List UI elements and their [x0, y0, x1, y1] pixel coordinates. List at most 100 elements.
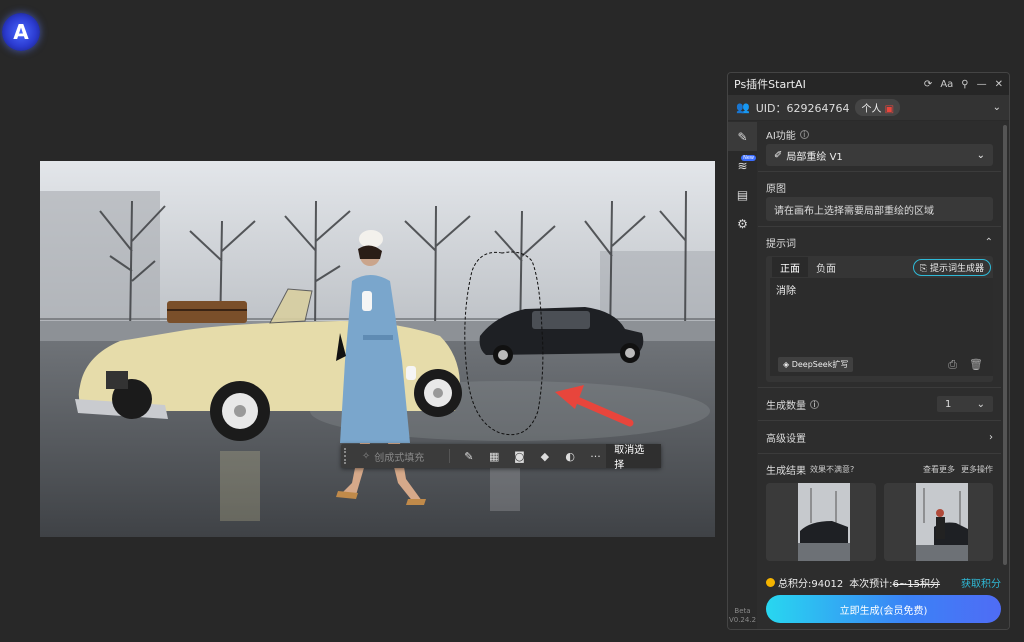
result-thumbnail[interactable]: [883, 483, 993, 561]
generative-fill-button[interactable]: ✧ 创成式填充: [362, 449, 445, 464]
chevron-up-icon: ⌃: [984, 236, 993, 248]
chevron-down-icon[interactable]: ⌄: [993, 102, 1001, 113]
clipboard-icon[interactable]: ▤: [728, 180, 757, 209]
advanced-label: 高级设置: [766, 433, 806, 445]
startai-plugin-panel: Ps插件StartAI ⟳ Aa ⚲ — ✕ 👥 UID：629264764 个…: [727, 72, 1010, 630]
more-ops-link[interactable]: 更多操作: [961, 464, 993, 475]
titlebar-controls: ⟳ Aa ⚲ — ✕: [924, 79, 1003, 90]
section-divider: [758, 453, 1001, 454]
panel-scrollbar[interactable]: [1003, 125, 1007, 565]
quantity-row: 生成数量 i 1 ⌄: [758, 393, 1001, 415]
quantity-value: 1: [945, 398, 952, 410]
estimate-label: 本次预计:: [849, 578, 893, 590]
panel-titlebar: Ps插件StartAI ⟳ Aa ⚲ — ✕: [728, 73, 1009, 95]
section-divider: [758, 420, 1001, 421]
generator-icon: ⎘: [919, 263, 928, 274]
results-header: 生成结果 效果不满意? 查看更多 更多操作: [758, 459, 1001, 479]
beta-label: Beta: [734, 607, 751, 615]
paint-bucket-icon[interactable]: ◆: [534, 445, 555, 467]
deselect-button[interactable]: 取消选择: [606, 444, 661, 471]
prompt-section-header[interactable]: 提示词 ⌃: [758, 232, 1001, 252]
tab-positive[interactable]: 正面: [772, 257, 808, 277]
account-bar[interactable]: 👥 UID：629264764 个人 ▣ ⌄: [728, 95, 1009, 121]
version-label: V0.24.2: [728, 616, 757, 624]
generate-button[interactable]: 立即生成(会员免费): [766, 595, 1001, 623]
briefcase-icon: ▣: [884, 104, 895, 115]
refresh-icon[interactable]: ⟳: [924, 79, 932, 90]
panel-content: AI功能 i ✐ 局部重绘 V1 ⌄ 原图 请在画布上选择需要局部重绘的区域 提…: [758, 122, 1001, 629]
points-row: 总积分:94012 本次预计: 6~15积分 获取积分: [758, 573, 1009, 591]
pin-icon[interactable]: ⚲: [961, 79, 968, 90]
results-label: 生成结果: [766, 465, 806, 477]
panel-footer: 总积分:94012 本次预计: 6~15积分 获取积分 立即生成(会员免费): [758, 569, 1009, 629]
coin-icon: [766, 577, 775, 587]
startai-logo[interactable]: A: [2, 13, 40, 51]
edit-tool-icon[interactable]: ✎: [728, 122, 757, 151]
total-points: 总积分:94012: [778, 578, 844, 590]
mask-icon[interactable]: ◙: [509, 445, 530, 467]
quantity-label: 生成数量: [766, 400, 806, 412]
result-image: [883, 483, 993, 561]
unsatisfied-link[interactable]: 效果不满意?: [810, 464, 854, 475]
get-points-link[interactable]: 获取积分: [961, 575, 1001, 590]
ai-function-label: AI功能: [766, 130, 796, 142]
settings-gear-icon[interactable]: ⚙: [728, 209, 757, 238]
logo-letter: A: [13, 20, 29, 44]
chevron-right-icon: ›: [989, 431, 993, 443]
prompt-label: 提示词: [766, 238, 796, 250]
sparkle-icon: ✧: [361, 450, 371, 462]
close-icon[interactable]: ✕: [995, 79, 1003, 90]
panel-title: Ps插件StartAI: [734, 78, 806, 91]
advanced-settings-row[interactable]: 高级设置 ›: [758, 426, 1001, 448]
original-hint: 请在画布上选择需要局部重绘的区域: [774, 205, 934, 217]
result-thumbnail[interactable]: [766, 483, 876, 561]
uid-text: UID：629264764: [755, 101, 850, 115]
minimize-icon[interactable]: —: [977, 79, 987, 90]
save-prompt-icon[interactable]: ⎙: [948, 358, 957, 372]
prompt-generator-button[interactable]: ⎘ 提示词生成器: [912, 258, 991, 276]
ai-function-value: 局部重绘 V1: [786, 151, 843, 163]
prompt-editor: 正面 负面 ⎘ 提示词生成器 消除 ◈ DeepSeek扩写 ⎙ 🗑: [766, 256, 993, 382]
toolbar-divider: [449, 449, 451, 463]
font-size-icon[interactable]: Aa: [940, 79, 953, 90]
prompt-tabs: 正面 负面 ⎘ 提示词生成器: [766, 256, 993, 278]
contrast-icon[interactable]: ◐: [560, 445, 581, 467]
estimate-value: 6~15积分: [892, 578, 941, 590]
results-actions: 查看更多 更多操作: [923, 464, 993, 475]
new-badge: New: [741, 155, 756, 161]
photoshop-workspace: A ✧ 创成式填充 ✎ ▦ ◙ ◆ ◐ ··· 取消选择 Ps插件StartAI…: [0, 0, 1024, 642]
trash-icon[interactable]: 🗑: [969, 358, 983, 372]
original-label: 原图: [766, 183, 786, 195]
original-section: 原图: [758, 177, 1001, 197]
account-type-badge: 个人 ▣: [855, 99, 901, 116]
info-icon[interactable]: i: [799, 129, 809, 139]
generative-fill-label: 创成式填充: [374, 452, 425, 464]
side-rail: ✎ ≋ New ▤ ⚙ Beta V0.24.2: [728, 122, 757, 629]
section-divider: [758, 226, 1001, 227]
canvas-image: [40, 161, 715, 537]
chevron-down-icon: ⌄: [976, 149, 985, 161]
document-canvas[interactable]: [40, 161, 715, 537]
tab-negative[interactable]: 负面: [808, 257, 844, 277]
layers-icon[interactable]: ≋ New: [728, 151, 757, 180]
ai-function-select[interactable]: ✐ 局部重绘 V1 ⌄: [766, 144, 993, 166]
more-options-icon[interactable]: ···: [585, 445, 606, 467]
deepseek-expand-button[interactable]: ◈ DeepSeek扩写: [778, 357, 854, 372]
view-more-link[interactable]: 查看更多: [923, 464, 955, 475]
result-image: [766, 483, 876, 561]
info-icon[interactable]: i: [810, 399, 819, 409]
section-divider: [758, 171, 1001, 172]
brush-icon[interactable]: ✎: [458, 445, 479, 467]
prompt-actions: ⎙ 🗑: [948, 358, 983, 372]
chevron-down-icon: ⌄: [976, 398, 985, 410]
section-divider: [758, 387, 1001, 388]
users-icon: 👥: [736, 101, 750, 114]
ai-function-section: AI功能 i: [758, 124, 1001, 144]
brush-icon: ✐: [774, 149, 783, 161]
deepseek-icon: ◈: [783, 360, 790, 369]
quantity-select[interactable]: 1 ⌄: [937, 396, 993, 412]
invert-selection-icon[interactable]: ▦: [484, 445, 505, 467]
selection-context-toolbar: ✧ 创成式填充 ✎ ▦ ◙ ◆ ◐ ··· 取消选择: [341, 444, 661, 471]
version-info: Beta V0.24.2: [728, 607, 757, 625]
drag-handle[interactable]: [344, 448, 352, 464]
